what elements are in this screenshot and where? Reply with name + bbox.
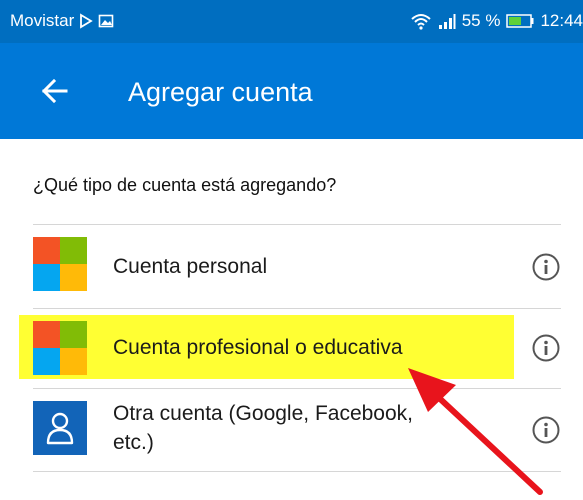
back-button[interactable]	[36, 71, 76, 111]
carrier-name: Movistar	[10, 11, 75, 30]
person-icon	[33, 401, 87, 455]
signal-icon	[438, 14, 456, 29]
app-bar: Agregar cuenta	[0, 43, 583, 139]
page-title: Agregar cuenta	[128, 77, 313, 107]
option-other-account[interactable]: Otra cuenta (Google, Facebook, etc.)	[0, 389, 583, 471]
arrow-left-icon	[41, 78, 68, 104]
option-label-line: Otra cuenta (Google, Facebook,	[113, 402, 413, 425]
info-icon[interactable]	[531, 333, 561, 363]
battery-icon	[506, 14, 534, 28]
microsoft-logo-icon	[33, 321, 87, 375]
status-right: 55 % 12:44	[410, 11, 583, 31]
status-bar: Movistar 55 % 12:44	[0, 0, 583, 43]
info-icon[interactable]	[531, 415, 561, 445]
status-left: Movistar	[10, 11, 114, 31]
account-type-prompt: ¿Qué tipo de cuenta está agregando?	[33, 175, 337, 195]
option-personal-account[interactable]: Cuenta personal	[0, 225, 583, 308]
option-work-school-account[interactable]: Cuenta profesional o educativa	[0, 309, 583, 388]
info-icon[interactable]	[531, 252, 561, 282]
play-store-notification-icon	[80, 13, 93, 29]
divider	[33, 471, 561, 472]
option-label: Otra cuenta (Google, Facebook, etc.)	[113, 399, 413, 457]
wifi-icon	[411, 14, 431, 30]
microsoft-logo-icon	[33, 237, 87, 291]
option-label-line: etc.)	[113, 431, 154, 454]
option-label: Cuenta profesional o educativa	[113, 336, 403, 359]
battery-percent: 55 %	[461, 11, 501, 30]
gallery-notification-icon	[98, 14, 114, 28]
clock: 12:44	[540, 11, 583, 30]
option-label: Cuenta personal	[113, 255, 268, 278]
